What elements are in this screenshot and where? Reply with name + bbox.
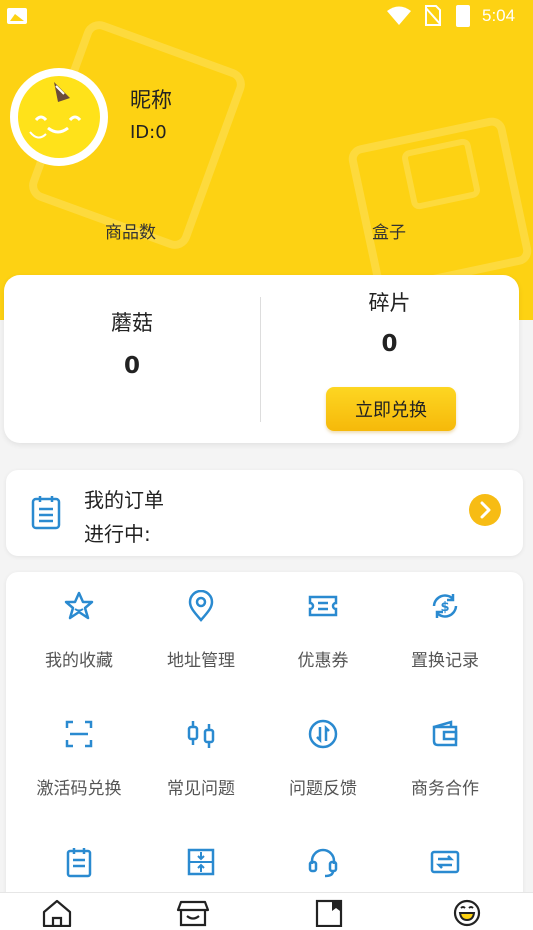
bottom-tab-bar (0, 892, 533, 930)
grid-item-label: 优惠券 (297, 651, 349, 671)
services-grid: 我的收藏 地址管理 优惠券 $ 置换记录 激活码兑换 常见问题 问题反馈 商务合… (6, 572, 523, 912)
no-sim-icon (425, 5, 441, 26)
smiley-icon[interactable] (450, 899, 484, 927)
nickname: 昵称 (130, 88, 172, 112)
star-icon (64, 591, 94, 620)
my-orders-card[interactable]: 我的订单 进行中: (6, 470, 523, 556)
grid-item-faq[interactable]: 常见问题 (140, 700, 262, 810)
box-icon[interactable] (312, 899, 346, 927)
orders-title: 我的订单 (84, 488, 164, 512)
location-pin-icon (188, 590, 214, 622)
grid-item-address[interactable]: 地址管理 (140, 572, 262, 682)
grid-item-feedback[interactable]: 问题反馈 (262, 700, 384, 810)
grid-item-exchange-records[interactable]: $ 置换记录 (384, 572, 506, 682)
svg-text:$: $ (440, 600, 449, 615)
wallet-card: 蘑菇 0 碎片 0 立即兑换 (4, 275, 519, 443)
grid-item-label: 我的收藏 (45, 651, 113, 671)
fragment-label: 碎片 (368, 291, 411, 315)
scan-icon (65, 720, 93, 748)
orders-status: 进行中: (84, 522, 151, 546)
mushroom-label: 蘑菇 (111, 311, 153, 335)
wifi-icon (387, 6, 411, 25)
mushroom-value: 0 (123, 353, 140, 379)
grid-item-favorites[interactable]: 我的收藏 (18, 572, 140, 682)
grid-item-label: 商务合作 (411, 779, 479, 799)
expand-icon (187, 848, 215, 876)
decorative-cube (346, 115, 533, 295)
profile-header: 5:04 昵称 ID:0 商品数 盒子 (0, 0, 533, 320)
grid-item-business[interactable]: 商务合作 (384, 700, 506, 810)
unicorn-face-icon (18, 76, 100, 158)
grid-item-coupons[interactable]: 优惠券 (262, 572, 384, 682)
grid-item-activation-code[interactable]: 激活码兑换 (18, 700, 140, 810)
goods-count-label[interactable]: 商品数 (105, 218, 156, 243)
grid-item-label: 地址管理 (167, 651, 235, 671)
battery-charging-icon (456, 5, 470, 27)
currency-cycle-icon: $ (432, 594, 458, 618)
grid-item-label: 置换记录 (411, 651, 479, 671)
grid-item-label: 问题反馈 (289, 779, 357, 799)
feedback-icon (308, 719, 338, 749)
fragment-value: 0 (381, 331, 398, 357)
gallery-notification-icon (7, 8, 27, 24)
faq-icon (187, 721, 215, 748)
swap-icon (430, 850, 460, 874)
avatar[interactable] (10, 68, 108, 166)
grid-item-label: 激活码兑换 (36, 779, 122, 799)
wallet-icon (432, 720, 458, 747)
grid-item-label: 常见问题 (167, 779, 235, 799)
home-icon[interactable] (40, 899, 74, 927)
notes-icon (66, 848, 92, 878)
headset-icon (308, 848, 338, 878)
box-count-label[interactable]: 盒子 (372, 218, 406, 243)
status-bar: 5:04 (0, 0, 533, 34)
order-list-icon (31, 496, 61, 530)
status-time: 5:04 (482, 6, 516, 25)
chevron-right-icon[interactable] (469, 494, 501, 526)
ticket-icon (308, 595, 338, 617)
exchange-now-button[interactable]: 立即兑换 (326, 387, 456, 431)
store-icon[interactable] (176, 899, 210, 927)
user-id: ID:0 (130, 122, 167, 143)
